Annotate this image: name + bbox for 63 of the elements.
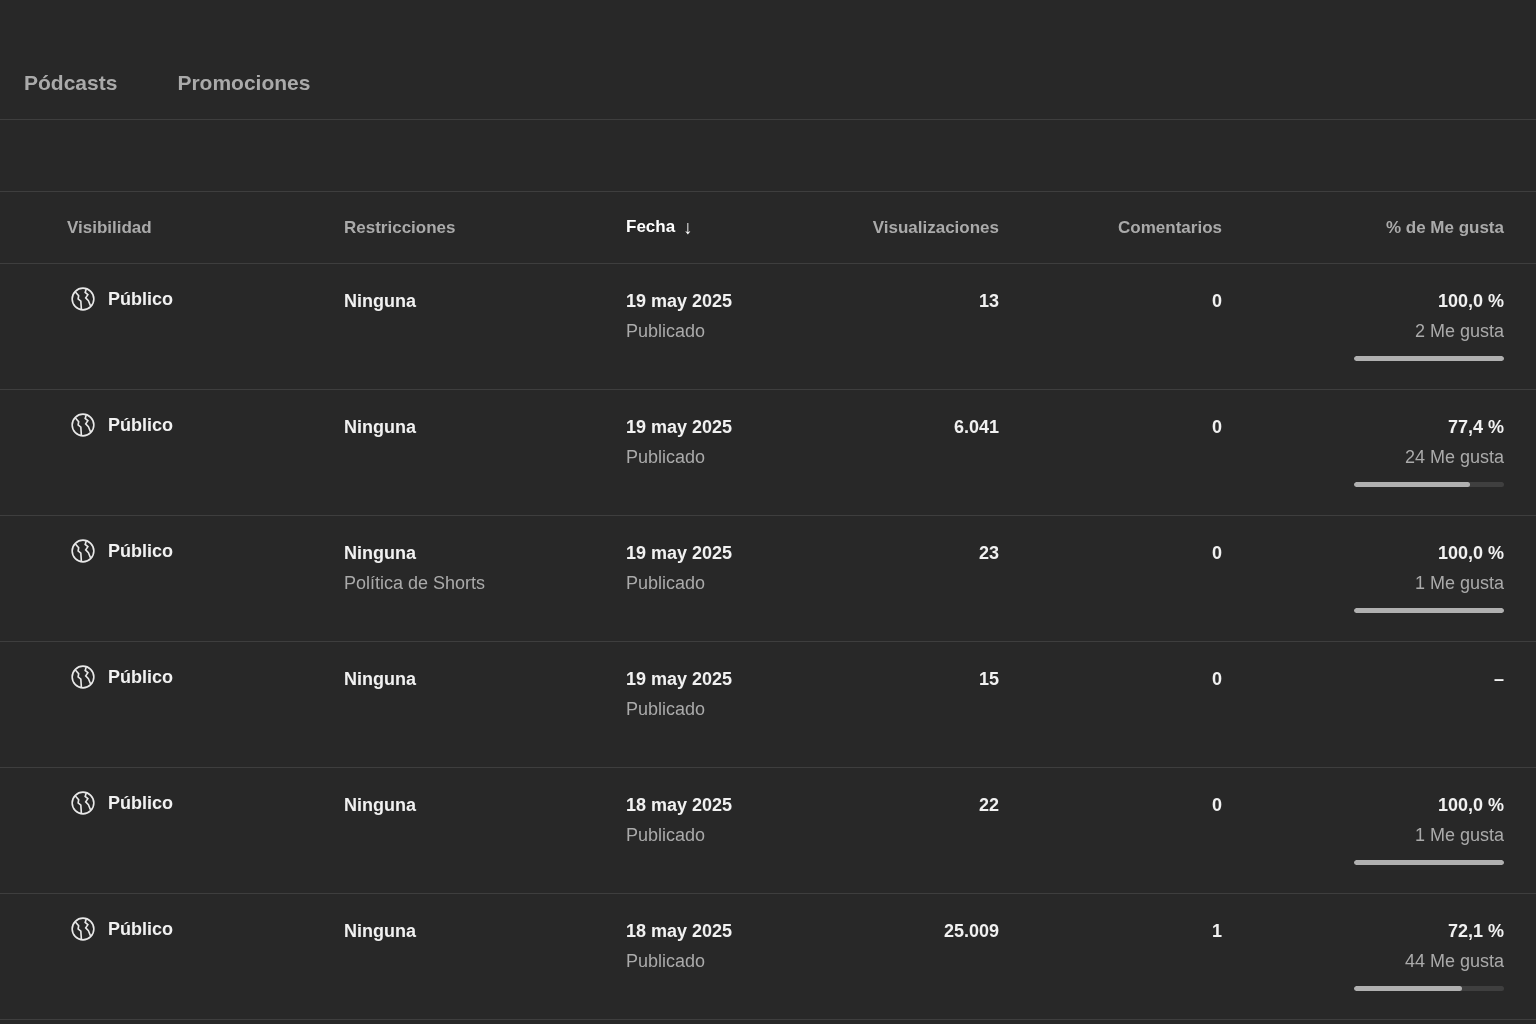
comments-count: 0 <box>1212 416 1222 439</box>
column-header[interactable]: Restricciones <box>344 217 456 238</box>
sort-arrow-icon[interactable]: ↓ <box>683 216 693 239</box>
visibility-text: Público <box>108 540 173 563</box>
tab[interactable]: Pódcasts <box>24 71 118 95</box>
likes-count: 1 Me gusta <box>1414 824 1504 847</box>
views-count: 6.041 <box>953 416 999 439</box>
views-count: 23 <box>978 542 999 565</box>
globe-icon <box>70 790 96 816</box>
restriction-text: Ninguna <box>344 416 417 439</box>
column-header[interactable]: Visualizaciones <box>872 217 999 238</box>
date-text: 19 may 2025 <box>626 542 734 565</box>
status-text: Publicado <box>626 572 707 595</box>
globe-icon <box>70 916 96 942</box>
restriction-text: Ninguna <box>344 794 417 817</box>
likes-count: 1 Me gusta <box>1414 572 1504 595</box>
comments-count: 0 <box>1212 290 1222 313</box>
restriction-text: Ninguna <box>344 668 417 691</box>
date-text: 18 may 2025 <box>626 794 734 817</box>
comments-count: 0 <box>1212 794 1222 817</box>
globe-icon <box>70 286 96 312</box>
comments-count: 1 <box>1212 920 1222 943</box>
visibility-text: Público <box>108 288 173 311</box>
visibility-text: Público <box>108 918 173 941</box>
comments-count: 0 <box>1212 668 1222 691</box>
column-header[interactable]: Fecha <box>626 216 676 239</box>
tab[interactable]: Promociones <box>177 71 311 95</box>
globe-icon <box>70 538 96 564</box>
date-text: 19 may 2025 <box>626 290 734 313</box>
restriction-text: Ninguna <box>344 290 417 313</box>
status-text: Publicado <box>626 446 707 469</box>
likes-percentage: 100,0 % <box>1437 290 1504 313</box>
likes-percentage: 77,4 % <box>1447 416 1504 439</box>
globe-icon <box>70 664 96 690</box>
views-count: 15 <box>978 668 999 691</box>
likes-percentage: 100,0 % <box>1437 542 1504 565</box>
column-header[interactable]: % de Me gusta <box>1385 217 1504 238</box>
globe-icon <box>70 412 96 438</box>
views-count: 13 <box>978 290 999 313</box>
visibility-text: Público <box>108 666 173 689</box>
status-text: Publicado <box>626 320 707 343</box>
likes-percentage: – <box>1494 668 1504 691</box>
views-count: 25.009 <box>943 920 999 943</box>
date-text: 19 may 2025 <box>626 668 734 691</box>
likes-count: 44 Me gusta <box>1404 950 1504 973</box>
date-text: 18 may 2025 <box>626 920 734 943</box>
restriction-text: Ninguna <box>344 920 417 943</box>
visibility-text: Público <box>108 792 173 815</box>
date-text: 19 may 2025 <box>626 416 734 439</box>
comments-count: 0 <box>1212 542 1222 565</box>
likes-percentage: 100,0 % <box>1437 794 1504 817</box>
column-header[interactable]: Visibilidad <box>67 217 152 238</box>
likes-count: 2 Me gusta <box>1414 320 1504 343</box>
restriction-note[interactable]: Política de Shorts <box>344 570 626 596</box>
likes-percentage: 72,1 % <box>1447 920 1504 943</box>
visibility-text: Público <box>108 414 173 437</box>
column-header[interactable]: Comentarios <box>1118 217 1222 238</box>
status-text: Publicado <box>626 950 707 973</box>
restriction-text: Ninguna <box>344 542 417 565</box>
likes-count: 24 Me gusta <box>1404 446 1504 469</box>
status-text: Publicado <box>626 824 707 847</box>
views-count: 22 <box>978 794 999 817</box>
status-text: Publicado <box>626 698 707 721</box>
